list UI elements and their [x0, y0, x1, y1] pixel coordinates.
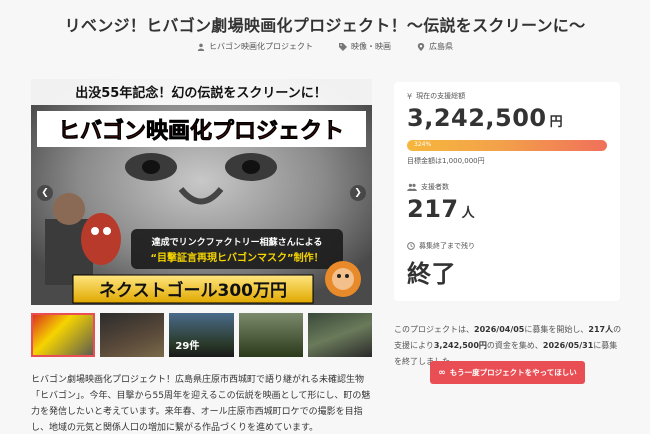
yen-unit: 円	[549, 115, 563, 130]
total-value: 3,242,500	[407, 104, 547, 132]
thumbnail-2[interactable]	[100, 313, 165, 357]
progress-bar: 324%	[407, 140, 607, 151]
progress-percent: 324%	[414, 141, 432, 148]
hero-top-text: 出没55年記念！幻の伝説をスクリーンに！	[75, 85, 326, 101]
summary-start-date: 2026/04/05	[474, 325, 525, 334]
hero-main-text: ヒバゴン映画化プロジェクト	[58, 118, 344, 144]
thumbnail-3[interactable]: 29件	[169, 313, 234, 357]
tag-icon	[339, 42, 347, 51]
supporters-value: 217	[407, 195, 459, 223]
hero-collab-line1: 達成でリンクファクトリー相蘇さんによる	[152, 236, 323, 248]
hero-image[interactable]: 出没55年記念！幻の伝説をスクリーンに！ ヒバゴン映画化プロジェクト 達成でリン…	[31, 79, 372, 305]
remaining-label-row: 募集終了まで残り	[407, 241, 475, 251]
total-label: 現在の支援総額	[416, 92, 466, 100]
remaining-value: 終了	[407, 260, 456, 288]
summary-text: の資金を集め、	[486, 341, 543, 350]
supporters-label-row: 支援者数	[407, 182, 449, 192]
chevron-right-icon: ❯	[354, 188, 362, 198]
remaining-label: 募集終了まで残り	[419, 242, 475, 250]
hero-goal-text: ネクストゴール300万円	[99, 280, 287, 301]
supporters-unit: 人	[461, 206, 475, 221]
hero-collab-line2: “目撃証言再現ヒバゴンマスク”制作！	[150, 251, 323, 264]
remaining-value-wrap: 終了	[407, 254, 456, 289]
users-icon	[407, 183, 417, 191]
thumbnail-4[interactable]	[238, 313, 303, 357]
slider-next-button[interactable]: ❯	[350, 185, 366, 201]
stats-card: ¥ 現在の支援総額 3,242,500 円 324% 目標金額は1,000,000…	[394, 82, 620, 301]
category-name: 映像・映画	[351, 42, 391, 51]
infinity-icon: ∞	[438, 367, 446, 378]
thumbnail-label: 29件	[175, 341, 200, 352]
project-title: リベンジ！ヒバゴン劇場映画化プロジェクト！～伝説をスクリーンに～	[64, 16, 586, 35]
summary-count: 217人	[588, 325, 614, 334]
thumbnail-strip: 29件	[31, 313, 373, 357]
summary-end-date: 2026/05/31	[542, 341, 594, 350]
yen-icon: ¥	[407, 91, 413, 101]
summary-text: このプロジェクトは、	[394, 325, 474, 334]
supporters-count: 217 人	[407, 195, 475, 223]
project-meta: ヒバゴン映画化プロジェクト 映像・映画 広島県	[0, 41, 650, 52]
slider-prev-button[interactable]: ❮	[37, 185, 53, 201]
total-label-row: ¥ 現在の支援総額	[407, 91, 465, 101]
supporters-label: 支援者数	[421, 183, 449, 191]
location-name: 広島県	[429, 42, 453, 51]
chevron-left-icon: ❮	[41, 188, 49, 198]
category-link[interactable]: 映像・映画	[339, 41, 391, 52]
location-link[interactable]: 広島県	[417, 41, 453, 52]
summary-amount: 3,242,500円	[433, 341, 487, 350]
request-again-label: もう一度プロジェクトをやってほしい	[449, 368, 577, 377]
thumbnail-1[interactable]	[31, 313, 96, 357]
thumbnail-5[interactable]	[307, 313, 373, 357]
request-again-button[interactable]: ∞ もう一度プロジェクトをやってほしい	[430, 361, 585, 384]
project-description: ヒバゴン劇場映画化プロジェクト！広島県庄原市西城町で語り継がれる未確認生物「ヒバ…	[31, 375, 371, 433]
map-pin-icon	[417, 42, 425, 51]
owner-link[interactable]: ヒバゴン映画化プロジェクト	[197, 41, 313, 52]
owner-name: ヒバゴン映画化プロジェクト	[209, 42, 313, 51]
total-amount: 3,242,500 円	[407, 104, 563, 132]
summary-text: に募集を開始し、	[524, 325, 589, 334]
user-icon	[197, 43, 205, 51]
clock-icon	[407, 242, 415, 250]
goal-amount: 目標金額は1,000,000円	[407, 157, 485, 165]
monkey-illustration	[325, 261, 361, 297]
